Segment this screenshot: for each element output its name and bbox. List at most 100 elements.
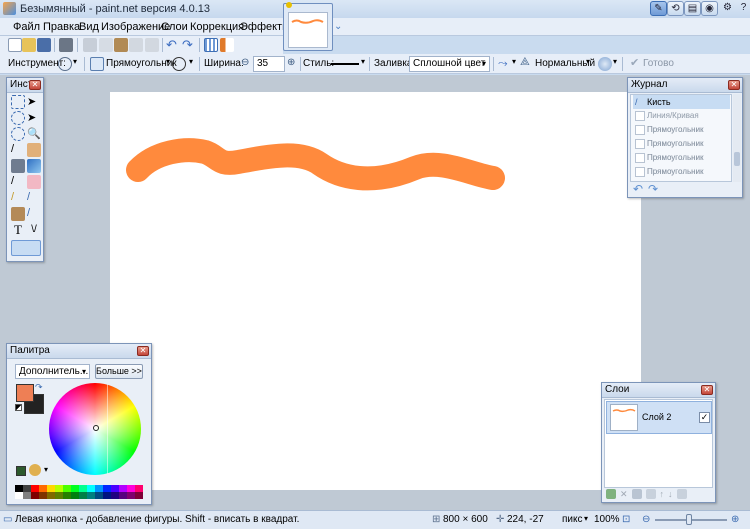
color-swatch[interactable] (31, 485, 39, 492)
close-icon[interactable]: ✕ (137, 346, 149, 356)
palette-grid-icon[interactable] (16, 466, 26, 476)
unit-dropdown-icon[interactable]: ▾ (584, 514, 588, 523)
history-item[interactable]: Прямоугольник Прямоугольник (633, 137, 730, 162)
color-swatch[interactable] (119, 492, 127, 499)
palette-mode-select[interactable]: Дополнитель... ▾ (15, 364, 90, 379)
color-swatch[interactable] (63, 492, 71, 499)
color-swatch[interactable] (111, 485, 119, 492)
line-curve-icon[interactable]: \/ (27, 223, 41, 237)
menu-file[interactable]: Файл (13, 21, 40, 33)
move-selection-icon[interactable]: ➤ (27, 111, 41, 125)
eraser-icon[interactable] (27, 175, 41, 189)
close-icon[interactable]: ✕ (29, 80, 41, 90)
image-canvas[interactable] (110, 92, 641, 490)
color-swatch[interactable] (71, 485, 79, 492)
close-icon[interactable]: ✕ (728, 80, 740, 90)
line-style-swatch[interactable] (331, 63, 359, 65)
blend-mode-dropdown-icon[interactable]: ▾ (586, 57, 590, 66)
blend-mode-icon[interactable]: ⟁ (520, 56, 530, 69)
history-item[interactable]: Линия/Кривая Прямоугольник (633, 109, 730, 134)
add-layer-icon[interactable] (606, 489, 616, 499)
color-swatch[interactable] (55, 485, 63, 492)
palette-menu-dropdown-icon[interactable]: ▾ (44, 465, 48, 474)
recolor-icon[interactable]: / (27, 207, 41, 221)
color-swatch[interactable] (79, 485, 87, 492)
copy-icon[interactable] (99, 38, 113, 52)
menu-layers[interactable]: Слои (161, 21, 188, 33)
shapes-tool-icon[interactable] (11, 240, 41, 256)
width-decrease-icon[interactable]: ⊖ (241, 57, 249, 68)
selection-mode-icon[interactable] (598, 57, 612, 71)
gradient-icon[interactable] (27, 159, 41, 173)
cut-icon[interactable] (83, 38, 97, 52)
antialiasing-icon[interactable]: ⤳ (498, 56, 508, 71)
history-item[interactable]: Прямоугольник Прямоугольник (633, 151, 730, 176)
history-item[interactable]: Прямоугольник Прямоугольник (633, 123, 730, 148)
paint-bucket-icon[interactable] (11, 159, 25, 173)
zoom-icon[interactable]: 🔍 (27, 127, 41, 141)
done-button[interactable]: Готово (643, 56, 674, 72)
save-icon[interactable] (37, 38, 51, 52)
grid-icon[interactable] (204, 38, 218, 52)
color-swatch[interactable] (103, 485, 111, 492)
new-icon[interactable] (8, 38, 22, 52)
width-increase-icon[interactable]: ⊕ (287, 57, 295, 68)
shape-dropdown-icon[interactable]: ▾ (166, 57, 170, 66)
move-layer-down-icon[interactable]: ↓ (668, 489, 673, 501)
color-swatch[interactable] (39, 492, 47, 499)
color-swatch[interactable] (119, 485, 127, 492)
color-swatch[interactable] (39, 485, 47, 492)
layer-visible-checkbox[interactable]: ✓ (699, 412, 710, 423)
close-icon[interactable]: ✕ (701, 385, 713, 395)
color-swatch[interactable] (47, 492, 55, 499)
color-swatch[interactable] (111, 492, 119, 499)
color-swatch[interactable] (71, 492, 79, 499)
draw-type-icon[interactable] (172, 57, 186, 71)
more-button[interactable]: Больше >> (95, 364, 143, 379)
paintbrush-icon[interactable]: / (11, 175, 25, 189)
color-wheel[interactable] (49, 383, 141, 475)
color-swatch[interactable] (31, 492, 39, 499)
layer-row[interactable]: Слой 2 ✓ (606, 401, 712, 434)
settings-gear-icon[interactable]: ⚙ (719, 1, 736, 16)
shapes-tool-icon[interactable] (58, 57, 72, 71)
move-layer-up-icon[interactable]: ↑ (660, 489, 665, 501)
fill-select[interactable]: Сплошной цвет ▾ (409, 56, 490, 72)
color-swatch[interactable] (127, 492, 135, 499)
menu-adjustments[interactable]: Коррекция (190, 21, 244, 33)
print-icon[interactable] (59, 38, 73, 52)
thumb-chevron-icon[interactable]: ⌄ (334, 21, 342, 32)
zoom-out-icon[interactable]: ⊖ (642, 514, 650, 525)
help-icon[interactable]: ? (735, 1, 750, 16)
primary-color-swatch[interactable] (16, 384, 34, 402)
clone-stamp-icon[interactable] (11, 207, 25, 221)
width-input[interactable]: 35 (253, 56, 285, 72)
undo-icon[interactable]: ↶ (166, 37, 177, 53)
color-swatch[interactable] (87, 492, 95, 499)
history-undo-icon[interactable]: ↶ (633, 182, 643, 196)
duplicate-layer-icon[interactable] (631, 489, 642, 499)
layers-window-toggle-icon[interactable]: ▤ (684, 1, 701, 16)
history-redo-icon[interactable]: ↷ (648, 182, 658, 196)
color-swatch[interactable] (79, 492, 87, 499)
menu-image[interactable]: Изображение (101, 21, 170, 33)
redo-icon[interactable]: ↷ (182, 37, 193, 53)
move-selected-icon[interactable]: ➤ (27, 95, 41, 109)
color-swatch[interactable] (23, 492, 31, 499)
ruler-icon[interactable] (220, 38, 234, 52)
zoom-in-icon[interactable]: ⊕ (731, 514, 739, 525)
open-icon[interactable] (22, 38, 36, 52)
antialiasing-dropdown-icon[interactable]: ▾ (512, 57, 516, 66)
selection-mode-dropdown-icon[interactable]: ▾ (613, 57, 617, 66)
color-swatch[interactable] (55, 492, 63, 499)
color-wheel-cursor[interactable] (93, 425, 99, 431)
unit-value[interactable]: пикс (562, 514, 583, 525)
rectangle-select-icon[interactable] (11, 95, 25, 109)
color-swatch[interactable] (127, 485, 135, 492)
pencil-icon[interactable]: / (11, 191, 25, 205)
image-thumbnail-tab[interactable] (283, 2, 333, 51)
zoom-value[interactable]: 100% (594, 514, 620, 525)
delete-layer-icon[interactable]: ✕ (620, 489, 628, 501)
history-item[interactable]: Прямоугольник Прямоугольник (633, 165, 730, 179)
zoom-slider-thumb[interactable] (686, 514, 692, 525)
